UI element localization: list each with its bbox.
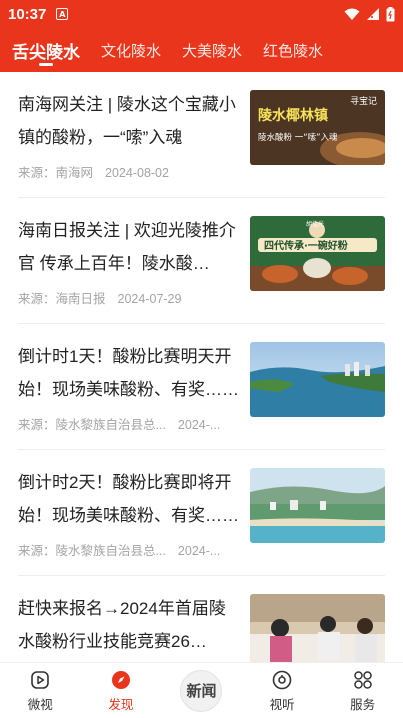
- news-thumbnail: 陵水椰林镇 陵水酸粉 一“嗦”入魂 寻宝记: [250, 90, 385, 165]
- news-title: 倒计时1天！酸粉比赛明天开始！现场美味酸粉、有奖……: [18, 347, 239, 399]
- news-item[interactable]: 倒计时1天！酸粉比赛明天开始！现场美味酸粉、有奖…… 来源：陵水黎族自治县总..…: [0, 324, 403, 450]
- category-tab-bar: 舌尖陵水 文化陵水 大美陵水 红色陵水: [0, 28, 403, 72]
- news-item[interactable]: 南海网关注 | 陵水这个宝藏小镇的酸粉，一“嗦”入魂 来源：南海网 2024-08…: [0, 72, 403, 198]
- status-bar: 10:37 A: [0, 0, 403, 28]
- nav-label: 微视: [27, 697, 53, 712]
- news-title: 南海网关注 | 陵水这个宝藏小镇的酸粉，一“嗦”入魂: [18, 95, 236, 147]
- nav-services[interactable]: 服务: [322, 663, 403, 718]
- news-meta: 来源：海南日报 2024-07-29: [18, 288, 240, 307]
- target-icon: [271, 669, 293, 691]
- nav-label: 视听: [269, 697, 295, 712]
- tab-beautiful-lingshui[interactable]: 大美陵水: [182, 28, 242, 72]
- play-circle-icon: [29, 669, 51, 691]
- nav-discover[interactable]: 发现: [81, 663, 162, 718]
- status-time: 10:37: [8, 5, 47, 23]
- nav-label: 发现: [108, 697, 134, 712]
- news-source: 来源：南海网: [18, 166, 94, 180]
- status-icons: [344, 6, 395, 22]
- thumb-caption-2: 陵水酸粉 一“嗦”入魂: [258, 132, 338, 143]
- news-thumbnail: [250, 468, 385, 543]
- nav-news[interactable]: 新闻: [161, 663, 242, 718]
- news-logo-icon: 新闻: [180, 669, 223, 712]
- news-title: 赶快来报名→2024年首届陵水酸粉行业技能竞赛26日……: [18, 599, 226, 651]
- news-feed[interactable]: 南海网关注 | 陵水这个宝藏小镇的酸粉，一“嗦”入魂 来源：南海网 2024-08…: [0, 72, 403, 662]
- news-thumbnail: 四代传承·一碗好粉 胡佳光: [250, 216, 385, 291]
- nav-micro-video[interactable]: 微视: [0, 663, 81, 718]
- news-meta: 来源：陵水黎族自治县总... 2024-...: [18, 414, 240, 433]
- news-date: 2024-...: [177, 418, 221, 432]
- news-date: 2024-08-02: [105, 166, 169, 180]
- nav-audiovisual[interactable]: 视听: [242, 663, 323, 718]
- thumb-caption-2: 胡佳光: [306, 220, 324, 228]
- news-source: 来源：陵水黎族自治县总...: [18, 544, 166, 558]
- thumb-caption-1: 陵水椰林镇: [258, 107, 328, 124]
- news-source: 来源：海南日报: [18, 292, 106, 306]
- tab-red-lingshui[interactable]: 红色陵水: [263, 28, 323, 72]
- signal-icon: [367, 8, 379, 20]
- news-source: 来源：陵水黎族自治县总...: [18, 418, 166, 432]
- news-thumbnail: [250, 342, 385, 417]
- tab-tongue-tip-lingshui[interactable]: 舌尖陵水: [12, 28, 80, 72]
- news-meta: 来源：南海网 2024-08-02: [18, 162, 240, 181]
- news-title: 倒计时2天！酸粉比赛即将开始！现场美味酸粉、有奖……: [18, 473, 239, 525]
- news-item[interactable]: 海南日报关注 | 欢迎光陵推介官 传承上百年！陵水酸粉…… 来源：海南日报 202…: [0, 198, 403, 324]
- news-meta: 来源：陵水黎族自治县总... 2024-...: [18, 540, 240, 559]
- news-date: 2024-07-29: [117, 292, 182, 306]
- compass-icon: [110, 669, 132, 691]
- notification-icon: A: [56, 8, 69, 20]
- grid-icon: [352, 669, 374, 691]
- thumb-caption-1: 四代传承·一碗好粉: [264, 239, 348, 252]
- bottom-nav: 微视 发现 新闻 视听 服务: [0, 662, 403, 718]
- thumb-caption-3: 寻宝记: [350, 95, 377, 107]
- news-thumbnail: [250, 594, 385, 662]
- news-title: 海南日报关注 | 欢迎光陵推介官 传承上百年！陵水酸粉……: [18, 221, 236, 273]
- tab-culture-lingshui[interactable]: 文化陵水: [101, 28, 161, 72]
- battery-icon: [386, 6, 395, 21]
- wifi-icon: [344, 8, 360, 20]
- news-date: 2024-...: [177, 544, 221, 558]
- news-item[interactable]: 倒计时2天！酸粉比赛即将开始！现场美味酸粉、有奖…… 来源：陵水黎族自治县总..…: [0, 450, 403, 576]
- nav-label: 服务: [350, 697, 376, 712]
- news-item[interactable]: 赶快来报名→2024年首届陵水酸粉行业技能竞赛26日……: [0, 576, 403, 662]
